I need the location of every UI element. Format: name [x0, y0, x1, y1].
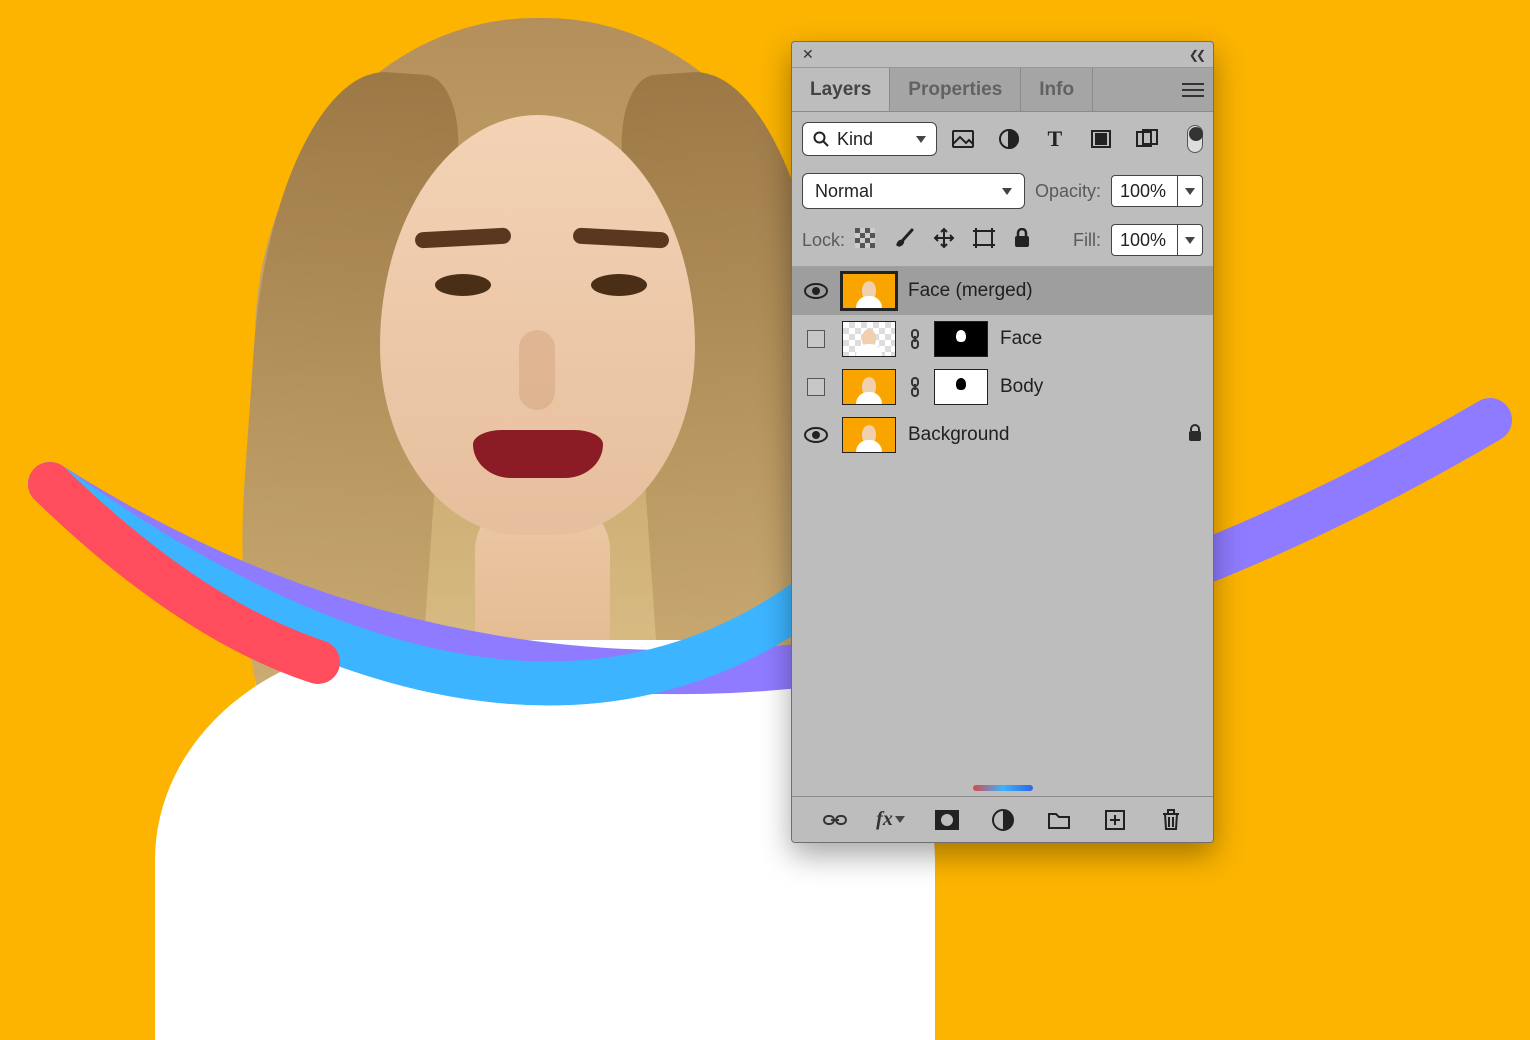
layer-name[interactable]: Background	[908, 424, 1175, 446]
lock-all-icon[interactable]	[1013, 228, 1031, 253]
layer-row[interactable]: Face	[792, 315, 1213, 363]
panel-close-icon[interactable]: ✕	[802, 46, 814, 63]
filter-toggle[interactable]	[1187, 125, 1203, 153]
lock-label: Lock:	[802, 230, 845, 251]
layer-mask-thumb[interactable]	[934, 369, 988, 405]
filter-row: Kind T	[792, 112, 1213, 165]
panel-resize-gutter[interactable]	[792, 788, 1213, 796]
panel-collapse-icon[interactable]: ❮❮	[1189, 48, 1203, 62]
chevron-down-icon	[1002, 188, 1012, 195]
delete-layer-button[interactable]	[1158, 807, 1184, 833]
lock-artboard-icon[interactable]	[973, 228, 995, 253]
new-layer-button[interactable]	[1102, 807, 1128, 833]
adjustment-layer-button[interactable]	[990, 807, 1016, 833]
layer-thumbnail[interactable]	[842, 273, 896, 309]
layer-thumbnail[interactable]	[842, 417, 896, 453]
visibility-toggle[interactable]	[802, 421, 830, 449]
lock-move-icon[interactable]	[933, 227, 955, 254]
filter-shape-icon[interactable]	[1089, 127, 1113, 151]
blend-row: Normal Opacity: 100%	[792, 165, 1213, 218]
mask-link-icon[interactable]	[908, 376, 922, 398]
layer-row[interactable]: Body	[792, 363, 1213, 411]
add-mask-button[interactable]	[934, 807, 960, 833]
layers-list: Face (merged) Face Body Background	[792, 267, 1213, 788]
new-group-button[interactable]	[1046, 807, 1072, 833]
layer-row[interactable]: Face (merged)	[792, 267, 1213, 315]
panel-menu-icon[interactable]	[1173, 68, 1213, 111]
eye-icon	[804, 283, 828, 299]
fill-label: Fill:	[1073, 230, 1101, 251]
blend-mode-select[interactable]: Normal	[802, 173, 1025, 209]
layer-thumbnail[interactable]	[842, 321, 896, 357]
tab-info[interactable]: Info	[1021, 68, 1093, 111]
layers-panel: ✕ ❮❮ Layers Properties Info Kind T	[791, 41, 1214, 843]
filter-adjust-icon[interactable]	[997, 127, 1021, 151]
opacity-label: Opacity:	[1035, 181, 1101, 202]
fill-stepper[interactable]	[1177, 224, 1203, 256]
lock-brush-icon[interactable]	[893, 227, 915, 254]
lock-transparency-icon[interactable]	[855, 228, 875, 253]
blend-mode-value: Normal	[815, 181, 873, 202]
link-layers-button[interactable]	[822, 807, 848, 833]
fx-button[interactable]: fx	[878, 807, 904, 833]
filter-type-icon[interactable]: T	[1043, 127, 1067, 151]
layer-lock-icon[interactable]	[1187, 424, 1203, 447]
tab-layers[interactable]: Layers	[792, 68, 890, 111]
lock-row: Lock: Fill: 100%	[792, 218, 1213, 267]
layer-row[interactable]: Background	[792, 411, 1213, 459]
visibility-toggle[interactable]	[802, 373, 830, 401]
filter-kind-select[interactable]: Kind	[802, 122, 937, 156]
chevron-down-icon	[916, 136, 926, 143]
layer-thumbnail[interactable]	[842, 369, 896, 405]
layer-name[interactable]: Body	[1000, 376, 1203, 398]
panel-topbar: ✕ ❮❮	[792, 42, 1213, 68]
opacity-input[interactable]: 100%	[1111, 175, 1177, 207]
opacity-stepper[interactable]	[1177, 175, 1203, 207]
fill-input[interactable]: 100%	[1111, 224, 1177, 256]
eye-icon	[804, 427, 828, 443]
layer-mask-thumb[interactable]	[934, 321, 988, 357]
panel-footer: fx	[792, 796, 1213, 842]
visibility-toggle[interactable]	[802, 277, 830, 305]
visibility-toggle[interactable]	[802, 325, 830, 353]
layer-name[interactable]: Face	[1000, 328, 1203, 350]
search-icon	[813, 131, 829, 147]
filter-smart-icon[interactable]	[1135, 127, 1159, 151]
tab-properties[interactable]: Properties	[890, 68, 1021, 111]
panel-tabbar: Layers Properties Info	[792, 68, 1213, 112]
layer-name[interactable]: Face (merged)	[908, 280, 1203, 302]
filter-image-icon[interactable]	[951, 127, 975, 151]
mask-link-icon[interactable]	[908, 328, 922, 350]
filter-kind-label: Kind	[837, 129, 873, 150]
